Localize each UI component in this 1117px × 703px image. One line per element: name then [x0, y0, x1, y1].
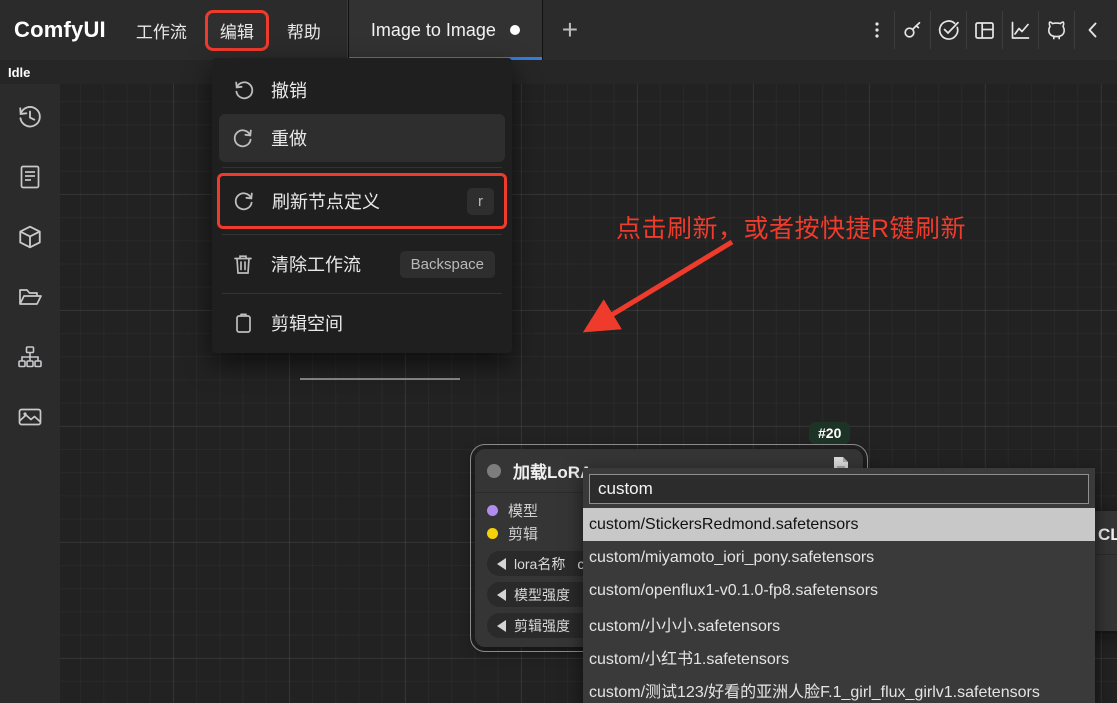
refresh-arrow-icon — [230, 190, 258, 213]
sidebar-item-node-library[interactable] — [10, 158, 50, 196]
menu-item-shortcut: Backspace — [399, 250, 495, 278]
node-title: 加载LoRA — [513, 463, 593, 482]
sidebar-item-gallery[interactable] — [10, 398, 50, 436]
annotation-text: 点击刷新，或者按快捷R键刷新 — [616, 215, 967, 243]
check-circle-icon[interactable] — [931, 11, 967, 49]
chevron-left-icon[interactable] — [1075, 11, 1111, 49]
top-menu-bar: ComfyUI 工作流 编辑 帮助 Image to Image + — [0, 0, 1117, 60]
lora-combo-dropdown[interactable]: custom custom/StickersRedmond.safetensor… — [583, 468, 1095, 703]
add-tab-button[interactable]: + — [543, 0, 597, 60]
menu-item-redo[interactable]: 重做 — [219, 114, 505, 162]
layout-panel-icon[interactable] — [967, 11, 1003, 49]
menu-item-label: 撤销 — [271, 81, 307, 101]
status-bar: Idle — [0, 60, 1117, 84]
input-port-model-dot-icon[interactable] — [487, 505, 498, 516]
left-sidebar — [0, 84, 60, 703]
node-title: CLIP文本编 — [1098, 525, 1117, 544]
sidebar-item-node-map[interactable] — [10, 338, 50, 376]
undo-arrow-icon — [229, 79, 257, 102]
menu-divider — [222, 293, 502, 294]
menu-divider — [222, 167, 502, 168]
menu-item-label: 刷新节点定义 — [272, 192, 380, 212]
input-port-clip-label: 剪辑 — [508, 526, 539, 543]
redo-arrow-icon — [229, 127, 257, 150]
tab-unsaved-dot-icon — [509, 25, 520, 35]
github-icon[interactable] — [1039, 11, 1075, 49]
sidebar-item-model-library[interactable] — [10, 218, 50, 256]
menu-item-clipspace[interactable]: 剪辑空间 — [219, 299, 505, 347]
menu-item-label: 清除工作流 — [271, 255, 361, 275]
annotation-arrow-icon — [582, 239, 734, 333]
input-port-clip-dot-icon[interactable] — [487, 528, 498, 539]
clipboard-icon — [229, 312, 257, 335]
status-text: Idle — [8, 64, 31, 80]
node-id-badge: #20 — [809, 422, 851, 444]
menu-item-undo[interactable]: 撤销 — [219, 66, 505, 114]
combo-option[interactable]: custom/小红书1.safetensors — [583, 640, 1095, 673]
widget-clip-strength-label: 剪辑强度 — [514, 617, 570, 634]
menu-item-clear-workflow[interactable]: 清除工作流 Backspace — [219, 240, 505, 288]
menu-divider — [222, 234, 502, 235]
node-collapse-dot-icon[interactable] — [487, 463, 501, 478]
sidebar-item-workflows[interactable] — [10, 278, 50, 316]
combo-option[interactable]: custom/miyamoto_iori_pony.safetensors — [583, 541, 1095, 574]
menu-edit[interactable]: 编辑 — [204, 9, 269, 51]
tab-image-to-image[interactable]: Image to Image — [347, 0, 543, 60]
combo-option[interactable]: custom/小小小.safetensors — [583, 607, 1095, 640]
workflow-tab-bar: Image to Image + — [347, 0, 597, 60]
combo-option[interactable]: custom/StickersRedmond.safetensors — [583, 508, 1095, 541]
tab-label: Image to Image — [370, 19, 496, 40]
combo-search-input[interactable]: custom — [589, 474, 1089, 504]
widget-prev-arrow-icon[interactable] — [497, 588, 506, 601]
menu-item-shortcut: r — [467, 187, 494, 215]
more-vertical-icon[interactable] — [859, 11, 895, 49]
menu-help[interactable]: 帮助 — [273, 12, 335, 49]
sidebar-item-queue-history[interactable] — [10, 98, 50, 136]
combo-option[interactable]: custom/openflux1-v0.1.0-fp8.safetensors — [583, 574, 1095, 607]
trash-icon — [229, 253, 257, 276]
menu-item-label: 剪辑空间 — [271, 314, 343, 334]
widget-lora-name-label: lora名称 — [514, 555, 566, 572]
comfyui-window: #20 加载LoRA 模型 剪辑 lora名称 模型强度 剪辑强度 CL 点击刷… — [0, 0, 1117, 703]
edit-dropdown-menu[interactable]: 撤销 重做 刷新节点定义 r 清除工作流 Backspace 剪辑空间 — [212, 58, 512, 353]
line-chart-icon[interactable] — [1003, 11, 1039, 49]
widget-model-strength-label: 模型强度 — [514, 586, 570, 603]
menu-item-refresh-node-definitions[interactable]: 刷新节点定义 r — [217, 173, 507, 229]
combo-option-list[interactable]: custom/StickersRedmond.safetensors custo… — [583, 508, 1095, 703]
link-wire — [300, 378, 460, 380]
key-icon[interactable] — [895, 11, 931, 49]
top-right-toolbar — [859, 10, 1111, 50]
app-logo[interactable]: ComfyUI — [0, 17, 122, 43]
menu-workflow[interactable]: 工作流 — [122, 12, 201, 49]
combo-option[interactable]: custom/测试123/好看的亚洲人脸F.1_girl_flux_girlv1… — [583, 673, 1095, 703]
menu-item-label: 重做 — [271, 129, 307, 149]
input-port-model-label: 模型 — [508, 503, 539, 520]
widget-prev-arrow-icon[interactable] — [497, 619, 506, 632]
widget-prev-arrow-icon[interactable] — [497, 557, 506, 570]
